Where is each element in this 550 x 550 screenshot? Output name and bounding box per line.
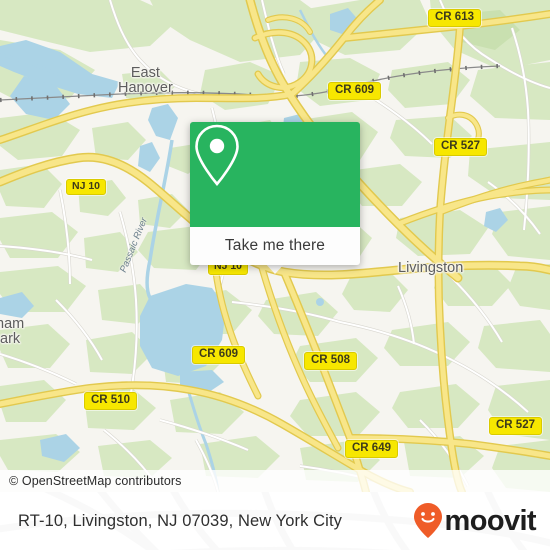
road-shield-cr-609-south[interactable]: CR 609 (192, 346, 245, 364)
map-canvas[interactable]: East Hanover Livingston ham ark Passaic … (0, 0, 550, 492)
road-shield-cr-527-north[interactable]: CR 527 (434, 138, 487, 156)
place-label-line2: Hanover (118, 80, 173, 96)
osm-attribution-text: © OpenStreetMap contributors (9, 474, 182, 488)
map-pin-icon (195, 124, 239, 187)
road-shield-cr-609-north[interactable]: CR 609 (328, 82, 381, 100)
callout-action-panel[interactable]: Take me there (190, 227, 360, 265)
moovit-smiley-pin-icon (413, 503, 442, 538)
road-shield-cr-613[interactable]: CR 613 (428, 9, 481, 27)
moovit-wordmark: moovit (444, 504, 537, 537)
take-me-there-callout[interactable]: Take me there (190, 122, 360, 265)
osm-attribution-bar: © OpenStreetMap contributors (0, 470, 550, 492)
road-shield-cr-508[interactable]: CR 508 (304, 352, 357, 370)
place-label-east-hanover: East Hanover (118, 66, 173, 96)
moovit-logo[interactable]: moovit (413, 502, 537, 540)
place-label-livingston: Livingston (398, 260, 464, 276)
road-shield-cr-649[interactable]: CR 649 (345, 440, 398, 458)
road-shield-cr-527-south[interactable]: CR 527 (489, 417, 542, 435)
place-label-line1: ham (0, 316, 25, 332)
location-title: RT-10, Livingston, NJ 07039, New York Ci… (18, 511, 342, 530)
place-label-florham-park: ham ark (0, 317, 24, 347)
take-me-there-label: Take me there (224, 237, 326, 254)
road-shield-nj-10-west[interactable]: NJ 10 (66, 179, 107, 195)
footer-bar: RT-10, Livingston, NJ 07039, New York Ci… (0, 492, 550, 550)
callout-pin-panel (190, 122, 360, 227)
moovit-map-screenshot: East Hanover Livingston ham ark Passaic … (0, 0, 550, 550)
place-label-line2: ark (0, 331, 21, 347)
place-label-line1: East (130, 65, 160, 81)
road-shield-cr-510[interactable]: CR 510 (84, 392, 137, 410)
